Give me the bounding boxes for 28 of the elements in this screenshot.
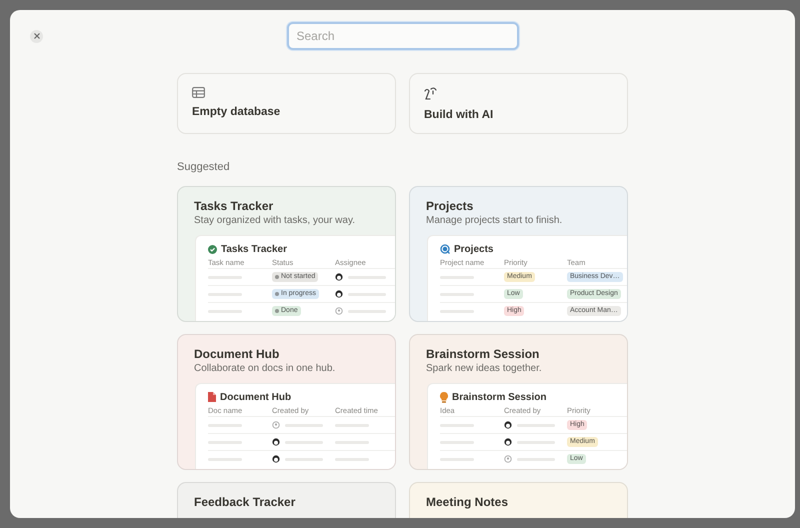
- close-button[interactable]: [30, 30, 43, 42]
- template-title: Projects: [426, 199, 474, 214]
- template-card[interactable]: Feedback Tracker: [177, 482, 396, 518]
- template-title: Meeting Notes: [426, 495, 508, 510]
- lightbulb-icon: [440, 392, 448, 402]
- preview-title: Document Hub: [220, 392, 292, 402]
- template-description: Collaborate on docs in one hub.: [194, 362, 336, 375]
- close-icon: [34, 33, 40, 39]
- template-description: Spark new ideas together.: [426, 362, 542, 375]
- create-option[interactable]: Empty database: [177, 73, 396, 134]
- table-icon: [192, 87, 205, 98]
- template-title: Feedback Tracker: [194, 495, 296, 510]
- template-title: Brainstorm Session: [426, 347, 540, 362]
- target-icon: [440, 244, 450, 254]
- template-card[interactable]: Meeting Notes: [409, 482, 628, 518]
- preview-title: Brainstorm Session: [452, 392, 546, 402]
- preview-title: Projects: [454, 244, 494, 254]
- template-description: Stay organized with tasks, your way.: [194, 214, 355, 227]
- check-circle-icon: [208, 244, 217, 254]
- search-field[interactable]: Search: [286, 22, 518, 50]
- template-title: Document Hub: [194, 347, 280, 362]
- squiggle-icon: [424, 87, 437, 101]
- template-title: Tasks Tracker: [194, 199, 274, 214]
- template-description: Manage projects start to finish.: [426, 214, 562, 227]
- create-option[interactable]: Build with AI: [409, 73, 628, 134]
- section-heading: Suggested: [177, 160, 231, 174]
- preview-title: Tasks Tracker: [221, 244, 287, 254]
- document-icon: [208, 392, 216, 402]
